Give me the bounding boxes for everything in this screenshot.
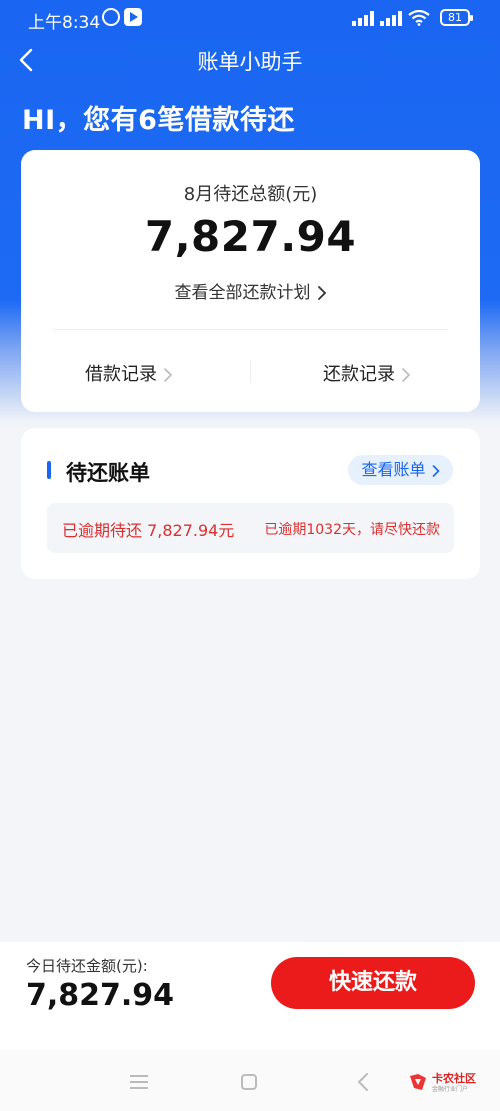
today-due-label: 今日待还金额(元): bbox=[26, 957, 148, 975]
chevron-right-icon bbox=[317, 286, 326, 300]
summary-card: 8月待还总额(元) 7,827.94 查看全部还款计划 借款记录 还款记录 bbox=[21, 150, 480, 412]
monthly-total-label: 8月待还总额(元) bbox=[183, 184, 318, 205]
section-accent-bar bbox=[47, 461, 51, 479]
signal-icon bbox=[352, 10, 378, 26]
loan-records-link[interactable]: 借款记录 bbox=[85, 360, 173, 386]
menu-icon[interactable] bbox=[130, 1075, 148, 1089]
status-bar: 上午8:34 81 bbox=[0, 0, 500, 36]
record-separator bbox=[250, 360, 251, 382]
status-time: 上午8:34 bbox=[28, 13, 101, 33]
today-due-amount: 7,827.94 bbox=[26, 978, 175, 1013]
view-repayment-plan-link[interactable]: 查看全部还款计划 bbox=[21, 278, 480, 303]
wifi-icon bbox=[408, 10, 430, 26]
chevron-right-icon bbox=[402, 368, 411, 382]
signal-hd-icon bbox=[380, 10, 406, 26]
repay-records-link[interactable]: 还款记录 bbox=[323, 360, 411, 386]
watermark-subtext: 金融行业门户 bbox=[432, 1086, 469, 1093]
overdue-bill-row[interactable]: 已逾期待还 7,827.94元 已逾期1032天，请尽快还款 bbox=[47, 503, 454, 553]
chevron-right-icon bbox=[432, 464, 440, 477]
repay-records-label: 还款记录 bbox=[323, 364, 395, 385]
overdue-amount-label: 已逾期待还 7,827.94元 bbox=[62, 521, 235, 540]
watermark-logo-icon bbox=[410, 1074, 426, 1090]
monthly-total-amount: 7,827.94 bbox=[144, 212, 357, 261]
pending-bills-card: 待还账单 查看账单 已逾期待还 7,827.94元 已逾期1032天，请尽快还款 bbox=[21, 428, 480, 579]
loan-records-label: 借款记录 bbox=[85, 364, 157, 385]
chevron-right-icon bbox=[164, 368, 173, 382]
bottom-payment-bar: 今日待还金额(元): 7,827.94 快速还款 bbox=[0, 942, 500, 1050]
app-notification-icon bbox=[124, 8, 142, 26]
view-bills-button[interactable]: 查看账单 bbox=[348, 455, 453, 485]
view-bills-label: 查看账单 bbox=[361, 460, 426, 479]
view-repayment-plan-label: 查看全部还款计划 bbox=[174, 283, 311, 303]
watermark: 卡农社区 金融行业门户 bbox=[408, 1069, 496, 1099]
nav-bar: 账单小助手 bbox=[0, 36, 500, 86]
overdue-days-note: 已逾期1032天，请尽快还款 bbox=[264, 522, 440, 538]
page-title: 账单小助手 bbox=[197, 50, 303, 74]
alarm-icon bbox=[102, 8, 120, 26]
card-divider bbox=[53, 329, 448, 330]
system-back-icon[interactable] bbox=[356, 1072, 370, 1092]
greeting-heading: HI，您有6笔借款待还 bbox=[22, 105, 295, 136]
quick-repay-button[interactable]: 快速还款 bbox=[271, 957, 475, 1009]
home-icon[interactable] bbox=[241, 1074, 257, 1090]
battery-indicator: 81 bbox=[440, 9, 473, 26]
pending-bills-title: 待还账单 bbox=[66, 461, 150, 485]
